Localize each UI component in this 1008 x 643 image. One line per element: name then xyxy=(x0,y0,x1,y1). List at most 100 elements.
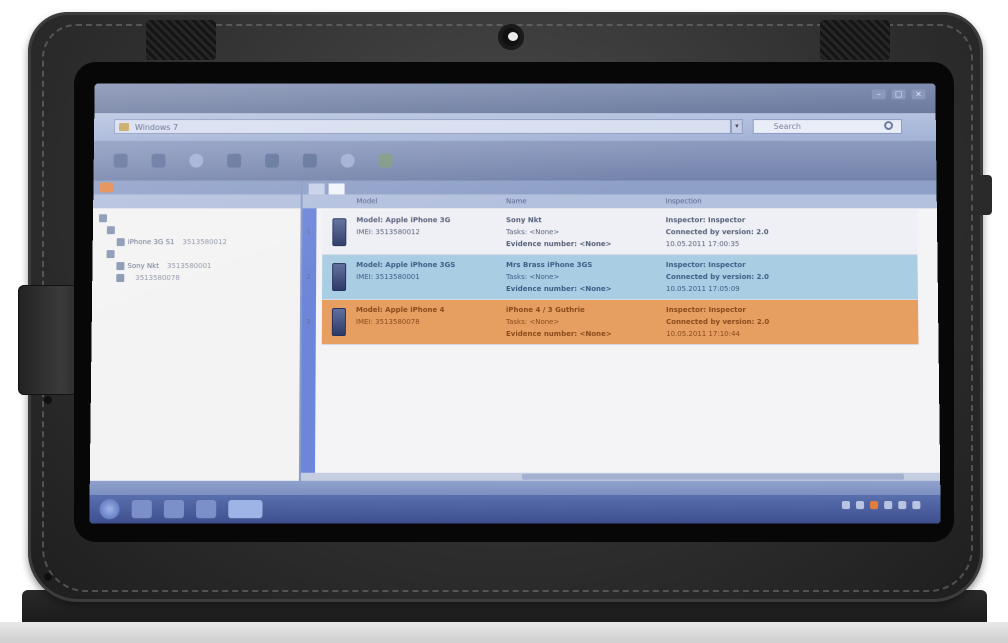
row-model: Model: Apple iPhone 3G xyxy=(356,216,451,225)
row-model-cell: Model: Apple iPhone 3GS IMEI: 3513580001 xyxy=(356,259,506,283)
row-inspector: Inspector: Inspector xyxy=(665,261,746,270)
rivet xyxy=(44,396,52,404)
row-name: Sony Nkt xyxy=(506,216,542,225)
tree-column-header[interactable] xyxy=(93,194,99,208)
folder-icon xyxy=(106,250,115,259)
windows-taskbar xyxy=(89,494,941,524)
tree-item-label: Sony Nkt xyxy=(127,262,159,271)
minimize-button[interactable]: – xyxy=(871,89,886,100)
row-model: Model: Apple iPhone 3GS xyxy=(356,261,456,270)
toolbar-button[interactable] xyxy=(335,149,365,173)
rivet xyxy=(44,573,52,581)
start-button[interactable] xyxy=(99,499,120,520)
row-imei: IMEI: 3513580001 xyxy=(356,273,420,282)
row-inspection-cell: Inspector: Inspector Connected by versio… xyxy=(666,304,916,340)
taskbar-active-app-icon[interactable] xyxy=(228,500,263,519)
column-header-name[interactable]: Name xyxy=(506,197,527,205)
tree-item[interactable] xyxy=(93,224,301,236)
device-tree-pane: iPhone 3G S1 3513580012 Sony Nkt 3513580… xyxy=(89,180,303,481)
toolbar-button[interactable] xyxy=(221,149,251,173)
toolbar-button[interactable] xyxy=(108,149,138,173)
horizontal-scrollbar[interactable] xyxy=(300,472,941,481)
maximize-button[interactable]: □ xyxy=(891,89,906,100)
system-tray xyxy=(841,501,933,510)
tab-devices[interactable] xyxy=(308,183,325,195)
row-timestamp: 10.05.2011 17:00:35 xyxy=(665,240,740,249)
tablet-screen: – □ × Windows 7 ▾ Search iPhone 3G S1 35… xyxy=(89,83,941,524)
row-number: 3 xyxy=(305,317,311,327)
toolbar-icon xyxy=(264,153,280,168)
toolbar-icon xyxy=(113,153,128,168)
tree-item-value: 3513580078 xyxy=(135,274,180,283)
taskbar-app-icon[interactable] xyxy=(196,500,217,519)
tab-inspections[interactable] xyxy=(328,183,345,195)
velcro-strip-right xyxy=(820,20,890,60)
tray-icon[interactable] xyxy=(870,501,879,510)
phone-icon xyxy=(116,274,125,283)
phone-icon xyxy=(332,218,347,247)
phone-icon xyxy=(116,238,125,247)
tab-bar xyxy=(302,180,937,195)
volume-icon[interactable] xyxy=(912,501,921,510)
taskbar-app-icon[interactable] xyxy=(131,500,152,519)
search-icon[interactable] xyxy=(884,121,894,130)
address-path: Windows 7 xyxy=(134,123,179,132)
row-imei: IMEI: 3513580012 xyxy=(356,228,420,237)
toolbar-icon xyxy=(378,153,393,168)
tree-item[interactable] xyxy=(93,248,301,260)
column-header-inspection[interactable]: Inspection xyxy=(666,197,702,205)
toolbar xyxy=(93,140,937,181)
window-controls: – □ × xyxy=(871,89,926,100)
row-connected: Connected by version: 2.0 xyxy=(665,273,769,282)
tree-item[interactable]: iPhone 3G S1 3513580012 xyxy=(93,236,301,248)
globe-icon xyxy=(189,153,204,168)
network-icon[interactable] xyxy=(898,501,907,510)
tree-item[interactable]: Sony Nkt 3513580001 xyxy=(92,260,300,272)
row-timestamp: 10.05.2011 17:10:44 xyxy=(666,330,740,339)
row-connected: Connected by version: 2.0 xyxy=(666,317,770,327)
column-headers: Model Name Inspection xyxy=(302,194,937,209)
table-row[interactable]: 2 Model: Apple iPhone 3GS IMEI: 35135800… xyxy=(306,255,918,301)
chevron-down-icon[interactable]: ▾ xyxy=(730,119,743,134)
row-inspection-cell: Inspector: Inspector Connected by versio… xyxy=(666,214,916,250)
tree-columns xyxy=(93,194,301,209)
row-connected: Connected by version: 2.0 xyxy=(665,228,769,237)
row-timestamp: 10.05.2011 17:05:09 xyxy=(665,285,740,294)
row-number: 1 xyxy=(306,228,311,237)
taskbar-app-icon[interactable] xyxy=(163,500,185,519)
row-model-cell: Model: Apple iPhone 4 IMEI: 3513580078 xyxy=(356,304,506,328)
toolbar-button[interactable] xyxy=(183,149,213,173)
row-name: iPhone 4 / 3 Guthrie xyxy=(505,305,585,314)
scrollbar-thumb[interactable] xyxy=(522,473,905,480)
tray-icon[interactable] xyxy=(884,501,893,510)
tray-icon[interactable] xyxy=(855,501,865,510)
tree-item-value: 3513580001 xyxy=(166,262,212,271)
tray-icon[interactable] xyxy=(841,501,851,510)
toolbar-button[interactable] xyxy=(145,149,175,173)
tree-column-header[interactable] xyxy=(159,194,165,208)
table-row[interactable]: 3 Model: Apple iPhone 4 IMEI: 3513580078… xyxy=(306,300,919,346)
side-button xyxy=(978,175,992,215)
table-surface xyxy=(0,622,1008,643)
toolbar-icon xyxy=(227,153,242,168)
records-pane: Model Name Inspection 1 Model: Apple iPh… xyxy=(300,180,941,481)
toolbar-icon xyxy=(302,153,317,168)
close-button[interactable]: × xyxy=(911,89,926,100)
phone-icon xyxy=(116,262,125,271)
toolbar-button[interactable] xyxy=(259,149,289,173)
row-model: Model: Apple iPhone 4 xyxy=(355,305,445,314)
column-header-model[interactable]: Model xyxy=(356,197,377,205)
address-field[interactable]: Windows 7 xyxy=(113,119,731,134)
tree-header xyxy=(93,180,301,195)
toolbar-button[interactable] xyxy=(297,149,327,173)
folder-icon xyxy=(106,226,115,235)
address-bar: Windows 7 ▾ Search xyxy=(93,113,937,141)
search-input[interactable]: Search xyxy=(752,119,903,134)
toolbar-button[interactable] xyxy=(373,149,403,173)
table-row[interactable]: 1 Model: Apple iPhone 3G IMEI: 351358001… xyxy=(306,210,918,256)
window-titlebar: – □ × xyxy=(94,83,936,114)
folder-icon xyxy=(98,214,108,223)
tree-item[interactable]: 3513580078 xyxy=(92,272,300,284)
camera-hole xyxy=(498,24,524,50)
tree-item[interactable] xyxy=(93,212,301,224)
